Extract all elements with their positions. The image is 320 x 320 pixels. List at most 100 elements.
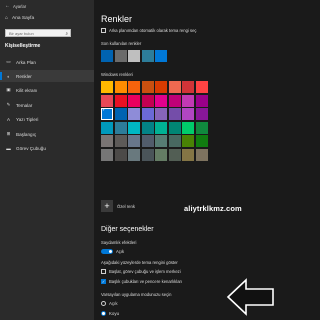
transparency-state: Açık [116,249,125,254]
checkbox-box[interactable] [101,28,106,33]
mode-dark-label: Koyu [109,311,120,316]
color-swatch[interactable] [114,148,127,161]
back-arrow-icon[interactable]: ← [5,3,10,9]
color-swatch[interactable] [101,107,113,120]
color-swatch[interactable] [101,135,113,147]
mode-dark-radio[interactable]: Koyu [101,311,119,316]
color-swatch[interactable] [182,108,194,120]
checkbox-box[interactable]: ✓ [101,279,106,284]
start-icon: ⊞ [6,131,11,136]
main-content: Renkler Arka planımdan otomatik olarak t… [94,0,279,320]
color-swatch[interactable] [195,81,208,93]
sidebar-item-start[interactable]: ⊞ Başlangıç [0,128,94,140]
color-swatch[interactable] [101,94,113,107]
custom-color-button[interactable]: + Özel renk [101,200,135,212]
custom-color-label: Özel renk [117,203,135,209]
lock-screen-icon: ▣ [6,87,11,92]
sidebar-section-title: Kişiselleştirme [5,43,41,49]
color-swatch[interactable] [155,121,167,134]
color-swatch[interactable] [141,135,154,147]
color-swatch[interactable] [182,81,194,93]
color-swatch[interactable] [141,94,154,107]
recent-color-swatch[interactable] [128,50,140,62]
sidebar-item-colors[interactable]: ◐ Renkler [0,70,94,82]
color-swatch[interactable] [114,121,127,134]
title-bars-checkbox[interactable]: ✓ Başlık çubukları ve pencere kenarlıkla… [101,279,182,284]
color-swatch[interactable] [128,81,140,93]
color-swatch[interactable] [155,108,167,120]
color-swatch[interactable] [168,81,181,93]
color-swatch[interactable] [101,121,113,134]
search-input[interactable]: Bir ayar bulun ⌕ [5,29,71,37]
brush-icon: ✎ [6,102,11,107]
auto-pick-label: Arka planımdan otomatik olarak tema reng… [109,28,197,33]
color-swatch[interactable] [128,121,140,134]
accent-surfaces-label: Aşağıdaki yüzeylerde tema rengini göster [101,260,178,265]
recent-color-swatch[interactable] [141,50,154,62]
mode-light-radio[interactable]: Açık [101,301,118,306]
color-swatch[interactable] [128,148,140,161]
recent-color-swatch[interactable] [155,50,167,62]
color-swatch[interactable] [195,148,208,161]
palette-icon: ◐ [7,73,10,79]
sidebar-item-label: Yazı Tipleri [16,116,39,122]
color-swatch[interactable] [114,108,127,120]
color-swatch[interactable] [114,94,127,107]
color-swatch[interactable] [155,94,167,107]
taskbar-icon: ▬ [6,145,11,151]
color-swatch[interactable] [155,81,167,93]
color-swatch[interactable] [182,135,194,147]
color-swatch[interactable] [168,121,181,134]
search-placeholder: Bir ayar bulun [9,31,34,36]
color-swatch[interactable] [141,148,154,161]
title-bars-label: Başlık çubukları ve pencere kenarlıkları [109,279,183,284]
toggle-switch[interactable] [101,249,113,254]
color-swatch[interactable] [195,135,208,147]
color-swatch[interactable] [128,94,140,107]
sidebar-home-label: Ana Sayfa [12,15,35,21]
checkbox-box[interactable] [101,269,106,274]
sidebar-item-label: Renkler [16,73,32,79]
window-title: Ayarlar [13,4,27,9]
color-swatch[interactable] [141,121,154,134]
auto-pick-checkbox[interactable]: Arka planımdan otomatik olarak tema reng… [101,28,197,33]
color-swatch[interactable] [155,135,167,147]
recent-color-swatch[interactable] [101,50,113,62]
color-swatch[interactable] [141,108,154,120]
color-swatch[interactable] [155,148,167,161]
color-swatch[interactable] [182,148,194,161]
color-swatch[interactable] [168,148,181,161]
sidebar-item-fonts[interactable]: A Yazı Tipleri [0,113,94,125]
color-swatch[interactable] [195,94,208,107]
color-swatch[interactable] [114,135,127,147]
color-swatch[interactable] [195,108,208,120]
recent-color-swatch[interactable] [114,50,127,62]
color-swatch[interactable] [182,94,194,107]
color-swatch[interactable] [114,81,127,93]
color-swatch[interactable] [168,135,181,147]
color-swatch[interactable] [128,135,140,147]
color-swatch[interactable] [101,148,113,161]
color-swatch[interactable] [168,94,181,107]
color-swatch[interactable] [128,108,140,120]
sidebar-item-lock-screen[interactable]: ▣ Kilit ekranı [0,84,94,96]
color-swatch[interactable] [195,121,208,134]
mode-light-label: Açık [109,301,118,306]
color-swatch[interactable] [101,81,113,93]
color-swatch[interactable] [168,108,181,120]
image-icon: ▭ [6,59,11,64]
start-taskbar-checkbox[interactable]: Başlat, görev çubuğu ve işlem merkezi [101,269,181,274]
page-title: Renkler [101,14,133,24]
annotation-arrow-icon [226,278,274,316]
sidebar-item-taskbar[interactable]: ▬ Görev Çubuğu [0,142,94,154]
radio-button[interactable] [101,301,106,306]
color-swatch[interactable] [141,81,154,93]
recent-colors [101,50,167,62]
transparency-toggle[interactable]: Açık [101,249,124,254]
sidebar-item-background[interactable]: ▭ Arka Plan [0,56,94,68]
recent-colors-label: Son kullanılan renkler [101,41,142,46]
sidebar-home[interactable]: ⌂ Ana Sayfa [5,15,34,21]
color-swatch[interactable] [182,121,194,134]
radio-button[interactable] [101,311,106,316]
sidebar-item-themes[interactable]: ✎ Temalar [0,99,94,111]
